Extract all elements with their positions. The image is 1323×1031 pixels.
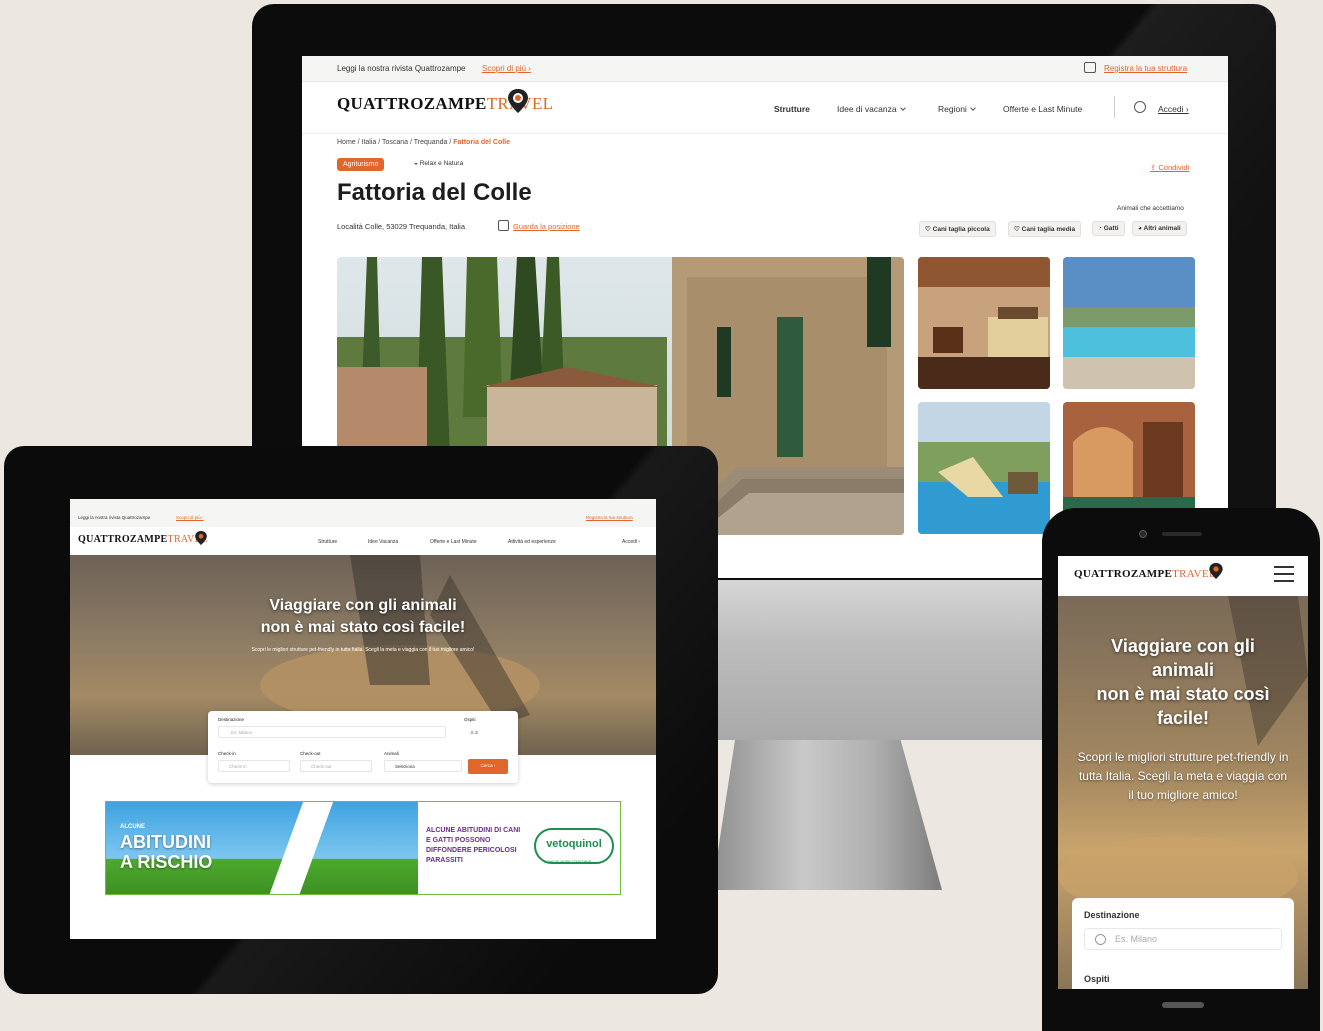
guests-label: Ospiti <box>464 717 476 722</box>
animal-chip: ◕ Altri animali <box>1132 221 1187 236</box>
building-icon <box>1084 62 1096 73</box>
destination-label: Destinazione <box>1084 910 1140 920</box>
pin-logo-icon <box>195 531 207 545</box>
location-icon <box>1095 934 1106 945</box>
monitor-stand <box>712 740 942 890</box>
ad-banner[interactable]: ALCUNE ABITUDINI A RISCHIO ALCUNE ABITUD… <box>105 801 621 895</box>
nav-idee-vacanza[interactable]: Idee di vacanza <box>837 104 906 114</box>
login-link[interactable]: Accedi › <box>1158 104 1189 114</box>
site-logo[interactable]: QUATTROZAMPETRAVEL <box>1074 568 1216 580</box>
page-title: Fattoria del Colle <box>337 179 532 206</box>
register-link[interactable]: Registra la tua struttura <box>586 515 633 520</box>
chevron-down-icon <box>899 105 906 111</box>
checkin-label: Check-in <box>218 751 236 756</box>
hero-title: Viaggiare con gli animali non è mai stat… <box>260 597 466 636</box>
banner-headline: ABITUDINI A RISCHIO <box>120 832 213 872</box>
nav-divider <box>1114 96 1115 118</box>
theme-tag: ◒ Relax e Natura <box>414 160 464 167</box>
top-info-bar: Leggi la nostra rivista Quattrozampe Sco… <box>302 56 1228 82</box>
animal-chip: ♡ Cani taglia piccola <box>919 221 996 237</box>
tablet-screen: Leggi la nostra rivista Quattrozampe Sco… <box>70 499 656 939</box>
pin-logo-icon <box>1209 563 1223 579</box>
pool-photo <box>1063 257 1195 389</box>
checkin-input[interactable]: Check-in <box>218 760 290 772</box>
banner-body: ALCUNE ABITUDINI DI CANI E GATTI POSSONO… <box>426 827 521 864</box>
gallery-thumb-loungers[interactable] <box>918 402 1050 534</box>
destination-label: Destinazione <box>218 717 245 722</box>
hero-title: Viaggiare con gli animali non è mai stat… <box>1096 636 1270 728</box>
home-indicator <box>1162 1002 1204 1008</box>
bedroom-photo <box>918 257 1050 389</box>
category-badge: Agriturismo <box>337 158 385 171</box>
nav-strutture[interactable]: Strutture <box>774 104 810 114</box>
banner-headline-small: ALCUNE <box>120 824 145 830</box>
camera-icon <box>1139 530 1147 538</box>
map-icon <box>498 220 509 231</box>
address: Località Colle, 53029 Trequanda, Italia <box>337 222 466 231</box>
hero-subtitle: Scopri le migliori strutture pet-friendl… <box>251 647 475 653</box>
nav-idee-vacanza[interactable]: Idee Vacanza <box>368 539 398 545</box>
guests-label: Ospiti <box>1084 974 1110 984</box>
search-form: Destinazione Es. Milano Ospiti ♙ 2 Check… <box>208 711 518 783</box>
chevron-down-icon <box>969 105 976 111</box>
pin-logo-icon <box>508 89 528 113</box>
animal-chip: ♡ Cani taglia media <box>1008 221 1082 237</box>
share-button[interactable]: ⇪ Condividi <box>1150 163 1189 172</box>
main-navbar: QUATTROZAMPETRAVEL Strutture Idee Vacanz… <box>70 527 656 555</box>
magazine-text: Leggi la nostra rivista Quattrozampe <box>78 515 151 520</box>
animals-label: Animali <box>384 751 399 756</box>
nav-offerte[interactable]: Offerte e Last Minute <box>430 539 477 545</box>
main-navbar: QUATTROZAMPETRAVEL Strutture Idee di vac… <box>302 82 1228 134</box>
animals-select[interactable]: Seleziona <box>384 760 462 772</box>
breadcrumb: Home / Italia / Toscana / Trequanda / Fa… <box>337 139 510 146</box>
animals-label: Animali che accettiamo <box>1117 205 1184 212</box>
nav-offerte[interactable]: Offerte e Last Minute <box>1003 104 1082 114</box>
nav-attivita[interactable]: Attività ed esperienze <box>508 539 556 545</box>
brand-tagline: ACHIEVE MORE TOGETHER <box>544 860 592 864</box>
checkout-label: Check-out <box>300 751 321 756</box>
hero-subtitle: Scopri le migliori strutture pet-friendl… <box>1077 750 1289 802</box>
guests-value[interactable]: ♙ 2 <box>470 730 478 736</box>
nav-regioni[interactable]: Regioni <box>938 104 976 114</box>
speaker-grille <box>1162 532 1202 536</box>
login-link[interactable]: Accedi › <box>622 539 640 545</box>
destination-input[interactable]: Es. Milano <box>1084 928 1282 950</box>
breadcrumb-path[interactable]: Home / Italia / Toscana / Trequanda / <box>337 139 453 146</box>
checkout-input[interactable]: Check-out <box>300 760 372 772</box>
map-link[interactable]: Guarda la posizione <box>513 222 580 231</box>
user-icon <box>1134 101 1146 113</box>
search-button[interactable]: Cerca › <box>468 759 508 774</box>
breadcrumb-current: Fattoria del Colle <box>453 139 511 146</box>
mobile-header: QUATTROZAMPETRAVEL <box>1058 556 1308 596</box>
magazine-link[interactable]: Scopri di più › <box>482 64 531 73</box>
animal-chip: ◔ Gatti <box>1092 221 1125 236</box>
gallery-thumb-pool[interactable] <box>1063 257 1195 389</box>
search-form: Destinazione Es. Milano Ospiti <box>1072 898 1294 989</box>
hero-section: Viaggiare con gli animali non è mai stat… <box>1058 596 1308 989</box>
site-logo[interactable]: QUATTROZAMPETRAVEL <box>78 534 207 545</box>
magazine-link[interactable]: Scopri di più › <box>176 515 204 520</box>
loungers-photo <box>918 402 1050 534</box>
phone-screen: QUATTROZAMPETRAVEL Viaggiare con gli ani… <box>1058 556 1308 989</box>
top-info-bar: Leggi la nostra rivista Quattrozampe Sco… <box>70 499 656 527</box>
nav-strutture[interactable]: Strutture <box>318 539 337 545</box>
magazine-text: Leggi la nostra rivista Quattrozampe <box>337 64 466 73</box>
register-link[interactable]: Registra la tua struttura <box>1104 64 1187 73</box>
gallery-thumb-bedroom[interactable] <box>918 257 1050 389</box>
vetoquinol-logo: vetoquinol <box>534 828 614 864</box>
hamburger-menu-icon[interactable] <box>1274 566 1294 582</box>
destination-input[interactable]: Es. Milano <box>218 726 446 738</box>
